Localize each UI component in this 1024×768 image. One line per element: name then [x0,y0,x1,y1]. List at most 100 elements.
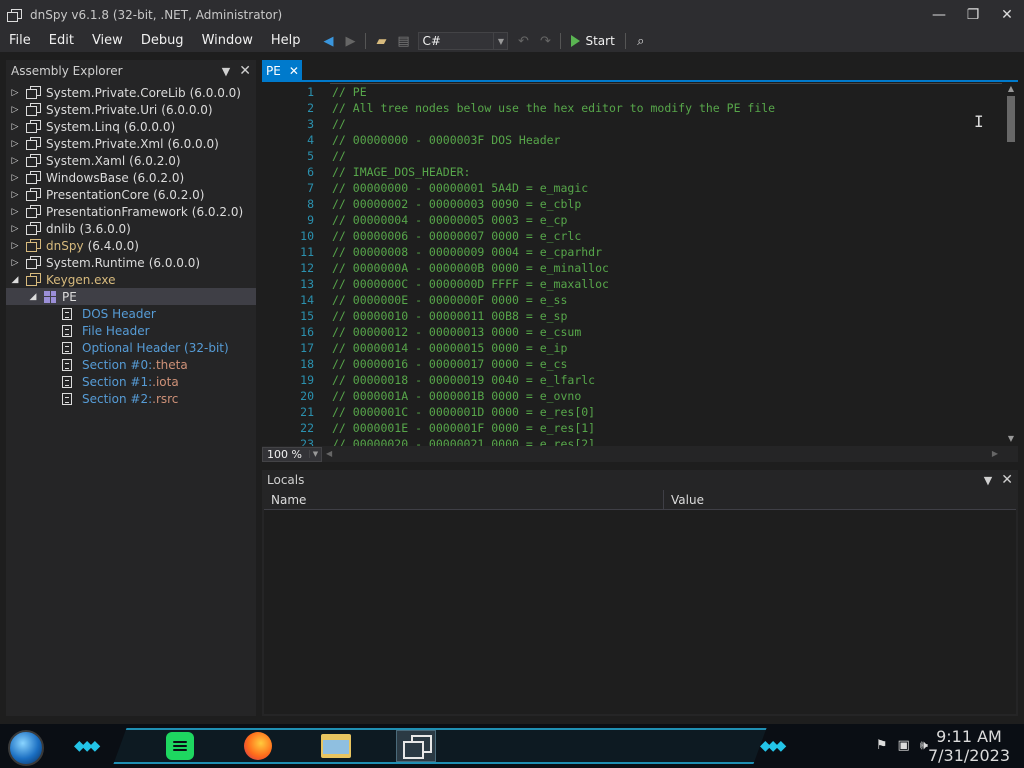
file-explorer-taskbar-button[interactable] [318,730,354,762]
collapsed-arrow-icon[interactable]: ▷ [10,190,20,200]
collapsed-arrow-icon[interactable]: ▷ [10,88,20,98]
search-icon[interactable]: ⌕ [631,31,651,51]
menu-help[interactable]: Help [262,30,310,52]
scroll-right-icon[interactable]: ▶ [992,449,998,458]
tree-item-assembly[interactable]: ▷ System.Private.CoreLib (6.0.0.0) [6,84,256,101]
scroll-up-icon[interactable]: ▲ [1006,84,1016,94]
open-list-icon[interactable]: ▤ [393,31,413,51]
collapsed-arrow-icon[interactable]: ▷ [10,156,20,166]
code-line: 22 // 0000001E - 0000001F 0000 = e_res[1] [262,420,1004,436]
tree-item-pe-child[interactable]: Section #1: .iota [6,373,256,390]
expanded-arrow-icon[interactable]: ◢ [10,275,20,285]
decor-chevrons-icon: ◆◆◆ [74,738,100,754]
tree-item-assembly[interactable]: ▷ dnlib (3.6.0.0) [6,220,256,237]
text-cursor-icon: I [974,112,984,131]
collapsed-arrow-icon[interactable]: ▷ [10,224,20,234]
close-button[interactable]: ✕ [990,0,1024,30]
action-center-flag-icon[interactable]: ⚑ [876,738,888,753]
tree-item-assembly[interactable]: ▷ PresentationFramework (6.0.2.0) [6,203,256,220]
menu-debug[interactable]: Debug [132,30,193,52]
scrollbar-thumb[interactable] [1007,96,1015,142]
locals-grid[interactable]: Name Value [264,490,1016,714]
tab-pe[interactable]: PE ✕ [262,60,302,82]
line-number: 17 [300,341,314,355]
assembly-name: System.Runtime [46,255,145,270]
line-number: 16 [300,325,314,339]
tree-item-pe-child[interactable]: File Header [6,322,256,339]
tree-item-assembly[interactable]: ◢ Keygen.exe [6,271,256,288]
tree-item-assembly[interactable]: ▷ System.Private.Xml (6.0.0.0) [6,135,256,152]
assembly-version: (6.0.0.0) [161,102,213,117]
expanded-arrow-icon[interactable]: ◢ [28,292,38,302]
tree-item-assembly[interactable]: ▷ WindowsBase (6.0.2.0) [6,169,256,186]
collapsed-arrow-icon[interactable]: ▷ [10,258,20,268]
open-folder-icon[interactable]: ▰ [371,31,391,51]
dnspy-taskbar-button[interactable] [396,730,436,762]
code-line: 13 // 0000000C - 0000000D FFFF = e_maxall… [262,276,1004,292]
network-icon[interactable]: ▣ [898,738,910,753]
horizontal-scrollbar[interactable]: ◀ ▶ [322,446,1018,462]
column-header-value[interactable]: Value [664,490,704,509]
code-text: // 0000000C - 0000000D FFFF = e_maxalloc [332,277,609,291]
volume-icon[interactable]: 🕪 [920,738,928,753]
taskbar-clock[interactable]: 9:11 AM 7/31/2023 [928,727,1010,765]
code-text: // 00000010 - 00000011 00B8 = e_sp [332,309,568,323]
close-icon[interactable]: ✕ [289,64,299,78]
scroll-left-icon[interactable]: ◀ [326,449,332,458]
tree-item-pe-child[interactable]: Section #2: .rsrc [6,390,256,407]
code-text: // 0000001E - 0000001F 0000 = e_res[1] [332,421,596,435]
chevron-down-icon[interactable]: ▼ [493,33,507,49]
tree-item-assembly[interactable]: ▷ System.Xaml (6.0.2.0) [6,152,256,169]
code-editor[interactable]: 1 // PE 2 // All tree nodes below use the h… [262,82,1018,446]
zoom-select[interactable]: 100 % ▼ [262,446,322,462]
tree-item-pe[interactable]: ◢ PE [6,288,256,305]
tree-item-assembly[interactable]: ▷ dnSpy (6.4.0.0) [6,237,256,254]
code-text: // 00000016 - 00000017 0000 = e_cs [332,357,568,371]
navigate-forward-icon[interactable]: ▶ [340,31,360,51]
firefox-taskbar-button[interactable] [240,730,276,762]
scroll-down-icon[interactable]: ▼ [1006,434,1016,444]
collapsed-arrow-icon[interactable]: ▷ [10,173,20,183]
close-icon[interactable]: ✕ [239,63,251,79]
restore-button[interactable]: ❐ [956,0,990,30]
assembly-version: (6.0.0.0) [148,255,201,270]
spotify-taskbar-button[interactable] [162,730,198,762]
spotify-icon [166,732,194,760]
code-line: 16 // 00000012 - 00000013 0000 = e_csum [262,324,1004,340]
collapsed-arrow-icon[interactable]: ▷ [10,241,20,251]
tree-item-pe-child[interactable]: Optional Header (32-bit) [6,339,256,356]
taskbar-frame [113,728,767,764]
tree-item-assembly[interactable]: ▷ System.Private.Uri (6.0.0.0) [6,101,256,118]
column-header-name[interactable]: Name [264,490,664,509]
start-debug-button[interactable]: Start [565,34,620,48]
tree-item-assembly[interactable]: ▷ System.Runtime (6.0.0.0) [6,254,256,271]
tree-item-assembly[interactable]: ▷ PresentationCore (6.0.2.0) [6,186,256,203]
menu-edit[interactable]: Edit [40,30,83,52]
collapsed-arrow-icon[interactable]: ▷ [10,105,20,115]
menu-window[interactable]: Window [193,30,262,52]
undo-icon[interactable]: ↶ [513,31,533,51]
tree-item-assembly[interactable]: ▷ System.Linq (6.0.0.0) [6,118,256,135]
pe-module-icon [44,290,56,303]
collapsed-arrow-icon[interactable]: ▷ [10,139,20,149]
menu-view[interactable]: View [83,30,132,52]
tree-item-pe-child[interactable]: DOS Header [6,305,256,322]
chevron-down-icon[interactable]: ▼ [309,450,321,458]
code-line: 17 // 00000014 - 00000015 0000 = e_ip [262,340,1004,356]
navigate-back-icon[interactable]: ◀ [318,31,338,51]
language-select[interactable]: C# ▼ [418,32,509,50]
menu-file[interactable]: File [0,30,40,52]
start-orb-icon[interactable] [8,730,44,766]
pe-child-label: Section #0: [82,357,153,372]
redo-icon[interactable]: ↷ [535,31,555,51]
minimize-button[interactable]: — [922,0,956,30]
close-icon[interactable]: ✕ [1001,472,1013,488]
collapsed-arrow-icon[interactable]: ▷ [10,207,20,217]
code-line: 3 // [262,116,1004,132]
code-text: // [332,117,346,131]
collapsed-arrow-icon[interactable]: ▷ [10,122,20,132]
panel-menu-icon[interactable]: ▼ [984,474,992,487]
vertical-scrollbar[interactable]: ▲ ▼ [1004,82,1018,446]
tree-item-pe-child[interactable]: Section #0: .theta [6,356,256,373]
panel-menu-icon[interactable]: ▼ [222,65,230,78]
